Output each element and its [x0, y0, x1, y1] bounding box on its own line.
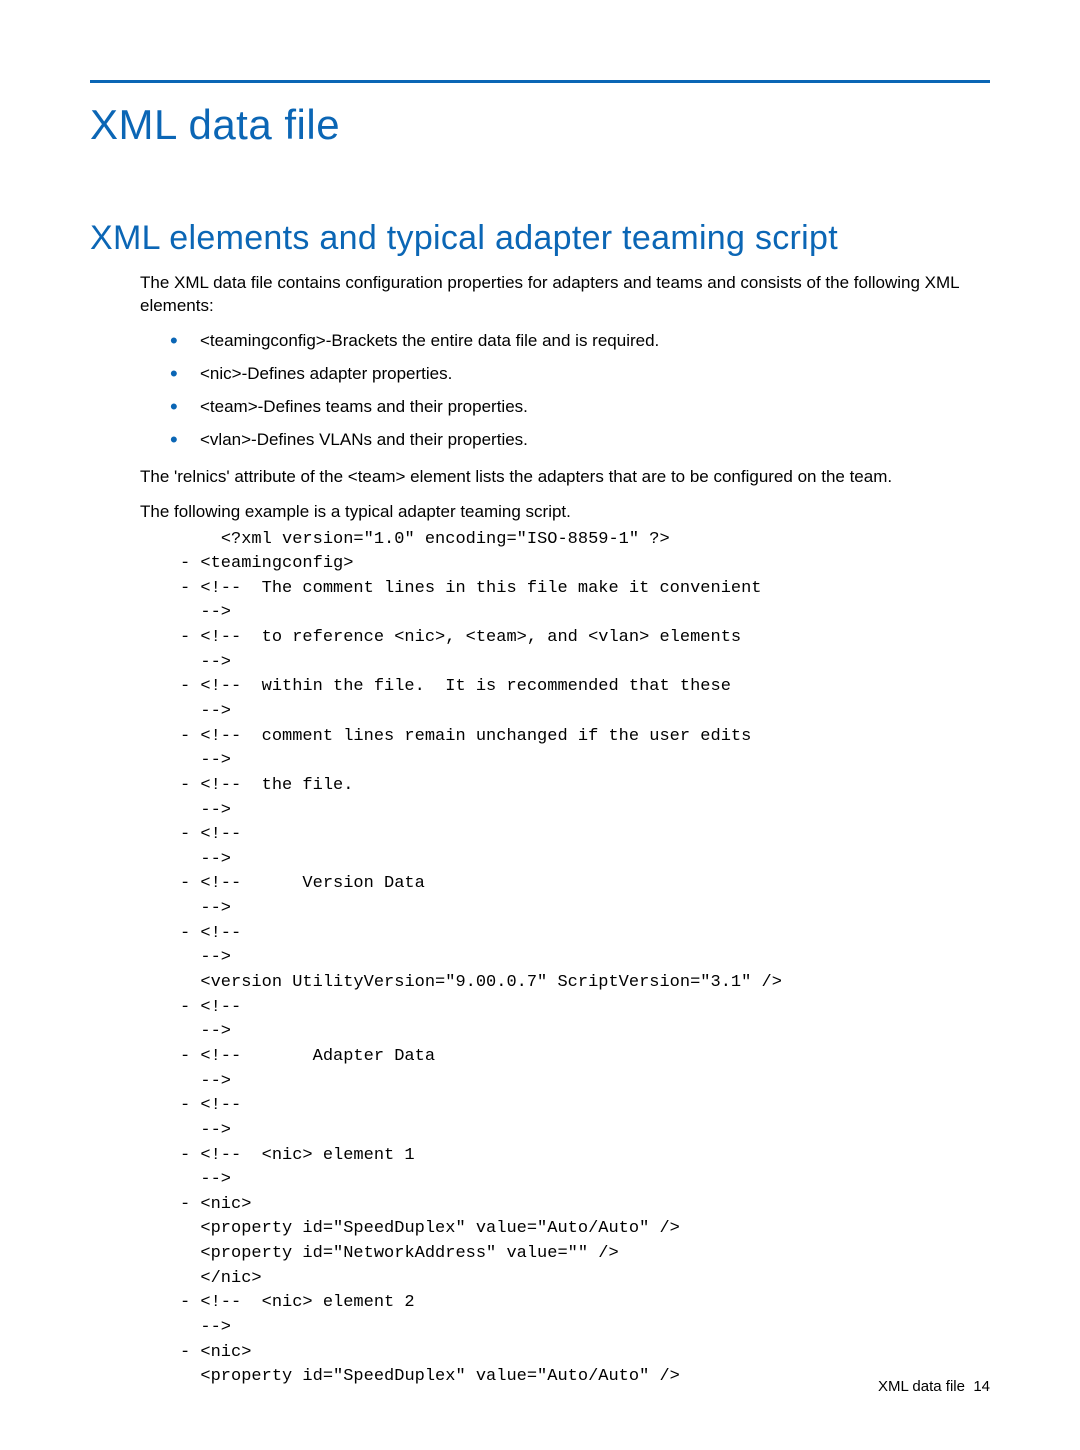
xml-code-block: <?xml version="1.0" encoding="ISO-8859-1…	[180, 528, 990, 1390]
document-page: XML data file XML elements and typical a…	[0, 0, 1080, 1450]
intro-paragraph: The XML data file contains configuration…	[140, 272, 990, 318]
horizontal-rule	[90, 80, 990, 83]
relnics-paragraph: The 'relnics' attribute of the <team> el…	[140, 466, 990, 489]
page-title: XML data file	[90, 101, 990, 149]
example-intro-paragraph: The following example is a typical adapt…	[140, 501, 990, 524]
section-title: XML elements and typical adapter teaming…	[90, 219, 990, 258]
page-footer: XML data file 14	[878, 1378, 990, 1395]
footer-page-number: 14	[973, 1378, 990, 1395]
list-item: <teamingconfig>-Brackets the entire data…	[140, 330, 990, 353]
xml-elements-list: <teamingconfig>-Brackets the entire data…	[140, 330, 990, 452]
list-item: <vlan>-Defines VLANs and their propertie…	[140, 429, 990, 452]
list-item: <team>-Defines teams and their propertie…	[140, 396, 990, 419]
body-content: The XML data file contains configuration…	[140, 272, 990, 1390]
list-item: <nic>-Defines adapter properties.	[140, 363, 990, 386]
footer-label: XML data file	[878, 1378, 965, 1395]
